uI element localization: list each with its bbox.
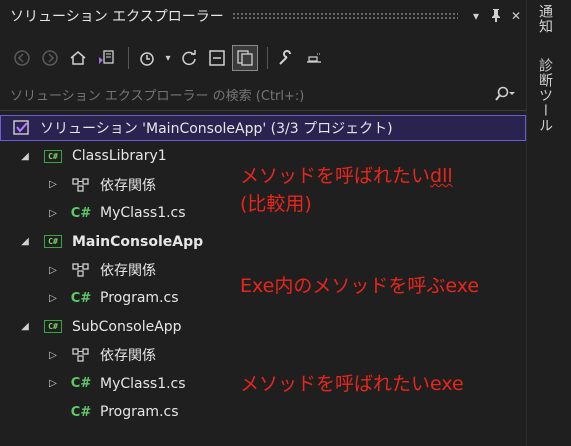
annotation-text: メソッドを呼ばれたい <box>240 165 431 187</box>
notifications-tab[interactable]: 通知 <box>535 4 557 44</box>
csharp-file-icon: C# <box>70 290 92 306</box>
drag-grip[interactable] <box>231 12 458 20</box>
home-button[interactable] <box>66 46 90 70</box>
toolbar-separator <box>128 47 129 69</box>
annotation-subconsoleapp: メソッドを呼ばれたいexe <box>240 370 464 398</box>
panel-toolbar: ▾ <box>0 40 526 76</box>
wrench-icon <box>279 50 291 65</box>
annotation-text: メソッドを呼ばれたいexe <box>240 373 464 395</box>
switch-views-icon <box>99 50 114 64</box>
preview-icon <box>307 53 321 63</box>
tree-item-label: MyClass1.cs <box>100 205 186 222</box>
csharp-file-icon: C# <box>70 205 92 221</box>
tree-item-label: ソリューション 'MainConsoleApp' (3/3 プロジェクト) <box>40 121 393 137</box>
csharp-project-icon: C# <box>42 233 64 251</box>
preview-selected-items-button[interactable] <box>302 46 326 70</box>
solution-explorer-panel: ソリューション エクスプローラー ▾ ✕ ▾ ソリューション エクスプローラー … <box>0 0 526 446</box>
csharp-project-icon: C# <box>42 147 64 165</box>
home-icon <box>70 51 86 65</box>
forward-button[interactable] <box>38 46 62 70</box>
annotation-text: Exe内のメソッドを呼ぶexe <box>240 275 480 297</box>
search-bar <box>0 84 526 108</box>
properties-button[interactable] <box>274 46 298 70</box>
tree-item-label: 依存関係 <box>100 263 156 279</box>
expand-chevron-icon[interactable]: ▷ <box>46 378 60 389</box>
pending-changes-filter-button[interactable] <box>135 46 159 70</box>
solution-icon <box>10 119 32 137</box>
annotation-text: dll <box>430 165 453 187</box>
switch-views-button[interactable] <box>94 46 118 70</box>
side-tool-strip: 通知 診断ツール <box>526 0 571 446</box>
close-button[interactable]: ✕ <box>506 9 526 23</box>
tree-item[interactable]: C# Program.cs <box>0 399 526 425</box>
forward-icon <box>42 50 58 66</box>
show-all-files-button[interactable] <box>232 45 258 71</box>
tree-item-label: MainConsoleApp <box>72 233 204 250</box>
search-icon <box>495 86 515 101</box>
tree-project-node[interactable]: ◢ C# MainConsoleApp <box>0 229 526 255</box>
dependencies-icon <box>70 176 92 194</box>
csharp-file-icon: C# <box>70 376 92 392</box>
csharp-project-icon: C# <box>42 318 64 336</box>
expand-chevron-icon[interactable]: ▷ <box>46 208 60 219</box>
collapse-chevron-icon[interactable]: ◢ <box>18 236 32 247</box>
tree-item-label: SubConsoleApp <box>72 318 182 335</box>
back-button[interactable] <box>10 46 34 70</box>
expand-chevron-icon[interactable]: ▷ <box>46 350 60 361</box>
annotation-classlibrary: メソッドを呼ばれたいdll (比較用) <box>240 162 453 218</box>
expand-chevron-icon[interactable]: ▷ <box>46 293 60 304</box>
collapse-chevron-icon[interactable]: ◢ <box>18 321 32 332</box>
annotation-text: (比較用) <box>240 193 312 215</box>
expand-chevron-icon[interactable]: ▷ <box>46 179 60 190</box>
tree-item-label: Program.cs <box>100 290 179 307</box>
pin-icon[interactable] <box>486 8 506 25</box>
history-clock-icon <box>140 52 154 66</box>
tree-item-label: MyClass1.cs <box>100 375 186 392</box>
refresh-icon <box>182 50 196 66</box>
search-options[interactable] <box>494 86 516 106</box>
filter-dropdown[interactable]: ▾ <box>163 46 173 70</box>
sync-button[interactable] <box>177 46 201 70</box>
back-icon <box>14 50 30 66</box>
diagnostic-tools-tab[interactable]: 診断ツール <box>535 58 555 133</box>
collapse-all-button[interactable] <box>205 46 229 70</box>
toolbar-separator <box>267 47 268 69</box>
collapse-chevron-icon[interactable]: ◢ <box>18 151 32 162</box>
show-all-files-icon <box>237 50 253 66</box>
dependencies-icon <box>70 261 92 279</box>
annotation-mainconsoleapp: Exe内のメソッドを呼ぶexe <box>240 272 479 300</box>
tree-item-label: 依存関係 <box>100 348 156 365</box>
dependencies-icon <box>70 346 92 364</box>
tree-project-node[interactable]: ◢ C# SubConsoleApp <box>0 314 526 340</box>
window-menu-dropdown[interactable]: ▾ <box>466 9 486 23</box>
tree-solution-node[interactable]: ソリューション 'MainConsoleApp' (3/3 プロジェクト) <box>0 115 526 141</box>
tree-item-label: Program.cs <box>100 404 179 420</box>
search-input[interactable] <box>0 87 494 105</box>
tree-item-label: 依存関係 <box>100 177 156 194</box>
collapse-all-icon <box>209 50 225 66</box>
tree-item-label: ClassLibrary1 <box>72 148 167 165</box>
csharp-file-icon: C# <box>70 404 92 420</box>
tree-item[interactable]: ▷ 依存関係 <box>0 342 526 368</box>
expand-chevron-icon[interactable]: ▷ <box>46 265 60 276</box>
panel-titlebar: ソリューション エクスプローラー ▾ ✕ <box>0 0 526 32</box>
panel-title: ソリューション エクスプローラー <box>10 9 224 25</box>
search-divider <box>0 110 526 111</box>
